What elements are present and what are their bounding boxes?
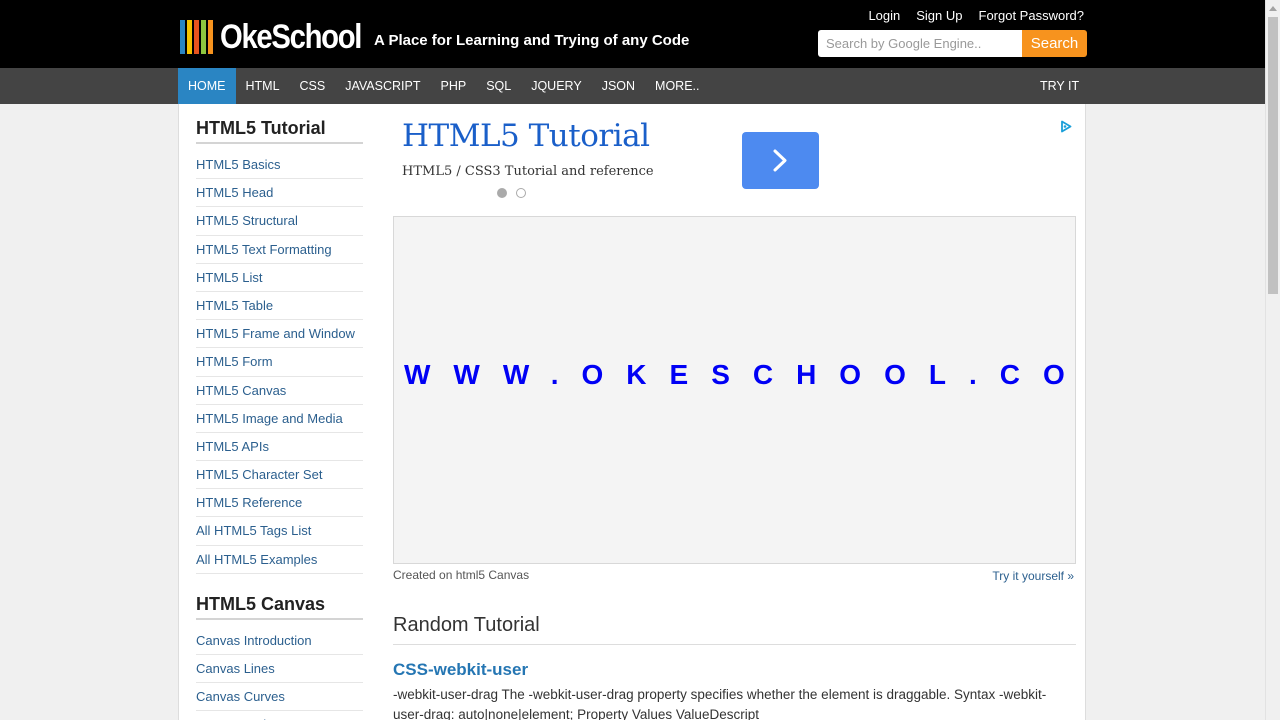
logo-text: OkeSchool bbox=[220, 17, 362, 56]
sidebar-item: All HTML5 Examples bbox=[196, 546, 363, 574]
sidebar-link[interactable]: HTML5 List bbox=[196, 264, 363, 291]
sidebar-link[interactable]: HTML5 Table bbox=[196, 292, 363, 319]
scroll-thumb[interactable] bbox=[1268, 17, 1278, 294]
sidebar-link[interactable]: Canvas Curves bbox=[196, 683, 363, 710]
content-container: HTML5 Tutorial HTML5 Basics HTML5 Head H… bbox=[178, 104, 1086, 720]
nav-json[interactable]: JSON bbox=[592, 68, 645, 104]
scroll-up-arrow-icon[interactable] bbox=[1269, 6, 1277, 11]
sidebar-item: HTML5 Table bbox=[196, 292, 363, 321]
sidebar-link[interactable]: All HTML5 Tags List bbox=[196, 517, 363, 544]
nav-php[interactable]: PHP bbox=[430, 68, 476, 104]
account-links: Login Sign Up Forgot Password? bbox=[868, 8, 1084, 23]
site-tagline: A Place for Learning and Trying of any C… bbox=[374, 32, 690, 49]
ad-title[interactable]: HTML5 Tutorial bbox=[402, 118, 650, 154]
ad-carousel-dots bbox=[497, 188, 526, 198]
top-header: OkeSchool A Place for Learning and Tryin… bbox=[0, 0, 1265, 68]
sidebar-link[interactable]: HTML5 Character Set bbox=[196, 461, 363, 488]
carousel-dot-active[interactable] bbox=[497, 188, 507, 198]
ad-next-button[interactable] bbox=[742, 132, 819, 189]
sidebar-link[interactable]: Canvas Introduction bbox=[196, 627, 363, 654]
sidebar-heading-html5: HTML5 Tutorial bbox=[196, 118, 363, 144]
logo-bar bbox=[208, 20, 213, 54]
page-scrollbar[interactable] bbox=[1265, 0, 1280, 720]
sidebar-item: HTML5 Structural bbox=[196, 207, 363, 236]
sidebar-item: Canvas Lines bbox=[196, 655, 363, 684]
sidebar-link[interactable]: HTML5 Head bbox=[196, 179, 363, 206]
nav-jquery[interactable]: JQUERY bbox=[521, 68, 591, 104]
sidebar-item: Canvas Curves bbox=[196, 683, 363, 712]
search-input[interactable] bbox=[818, 30, 1023, 57]
sidebar-list-canvas: Canvas Introduction Canvas Lines Canvas … bbox=[196, 627, 363, 720]
nav-sql[interactable]: SQL bbox=[476, 68, 521, 104]
nav-more[interactable]: MORE.. bbox=[645, 68, 709, 104]
sidebar-item: HTML5 Frame and Window bbox=[196, 320, 363, 349]
sidebar-item: HTML5 Text Formatting bbox=[196, 236, 363, 264]
nav-javascript[interactable]: JAVASCRIPT bbox=[335, 68, 430, 104]
forgot-password-link[interactable]: Forgot Password? bbox=[979, 8, 1085, 23]
ad-subtitle: HTML5 / CSS3 Tutorial and reference bbox=[402, 164, 654, 179]
sidebar-item: HTML5 Form bbox=[196, 348, 363, 377]
sidebar-link[interactable]: HTML5 Text Formatting bbox=[196, 236, 363, 263]
sidebar-link[interactable]: HTML5 Frame and Window bbox=[196, 320, 363, 347]
sidebar-link[interactable]: HTML5 Canvas bbox=[196, 377, 363, 404]
nav-html[interactable]: HTML bbox=[236, 68, 290, 104]
sidebar-item: Canvas Paths bbox=[196, 711, 363, 720]
sidebar: HTML5 Tutorial HTML5 Basics HTML5 Head H… bbox=[196, 118, 363, 720]
sidebar-list-html5: HTML5 Basics HTML5 Head HTML5 Structural… bbox=[196, 151, 363, 574]
chevron-right-icon bbox=[773, 149, 787, 172]
logo-bar bbox=[194, 20, 199, 54]
signup-link[interactable]: Sign Up bbox=[916, 8, 962, 23]
logo-bar bbox=[180, 20, 185, 54]
main-nav: HOME HTML CSS JAVASCRIPT PHP SQL JQUERY … bbox=[0, 68, 1265, 104]
sidebar-link[interactable]: Canvas Lines bbox=[196, 655, 363, 682]
carousel-dot[interactable] bbox=[516, 188, 526, 198]
sidebar-link[interactable]: HTML5 Form bbox=[196, 348, 363, 375]
sidebar-item: HTML5 Basics bbox=[196, 151, 363, 180]
sidebar-heading-canvas: HTML5 Canvas bbox=[196, 594, 363, 620]
nav-css[interactable]: CSS bbox=[290, 68, 336, 104]
nav-try-it[interactable]: TRY IT bbox=[1030, 68, 1089, 104]
logo-bar bbox=[187, 20, 192, 54]
sidebar-link[interactable]: HTML5 Basics bbox=[196, 151, 363, 178]
search-button[interactable]: Search bbox=[1022, 30, 1087, 57]
sidebar-link[interactable]: HTML5 Structural bbox=[196, 207, 363, 234]
sidebar-link[interactable]: Canvas Paths bbox=[196, 711, 363, 720]
sidebar-link[interactable]: HTML5 APIs bbox=[196, 433, 363, 460]
sidebar-item: Canvas Introduction bbox=[196, 627, 363, 655]
sidebar-item: HTML5 Canvas bbox=[196, 377, 363, 405]
sidebar-item: HTML5 APIs bbox=[196, 433, 363, 462]
sidebar-item: All HTML5 Tags List bbox=[196, 517, 363, 546]
random-tutorial-link[interactable]: CSS-webkit-user bbox=[393, 660, 528, 680]
nav-home[interactable]: HOME bbox=[178, 68, 236, 104]
sidebar-item: HTML5 Character Set bbox=[196, 461, 363, 490]
canvas-text: WWW.OKESCHOOL.COM bbox=[404, 359, 1086, 390]
logo-bar bbox=[201, 20, 206, 54]
canvas-demo: WWW.OKESCHOOL.COM bbox=[393, 216, 1086, 564]
canvas-caption: Created on html5 Canvas bbox=[393, 568, 530, 582]
try-it-yourself-link[interactable]: Try it yourself » bbox=[992, 569, 1074, 583]
ad-banner[interactable]: HTML5 Tutorial HTML5 / CSS3 Tutorial and… bbox=[393, 104, 1076, 214]
sidebar-item: HTML5 List bbox=[196, 264, 363, 292]
sidebar-item: HTML5 Head bbox=[196, 179, 363, 208]
logo-bars bbox=[180, 20, 213, 54]
login-link[interactable]: Login bbox=[868, 8, 900, 23]
ad-choices-icon[interactable] bbox=[1060, 120, 1072, 133]
site-logo[interactable]: OkeSchool bbox=[180, 17, 384, 56]
sidebar-item: HTML5 Image and Media bbox=[196, 405, 363, 433]
random-tutorial-description: -webkit-user-drag The -webkit-user-drag … bbox=[393, 687, 1047, 720]
sidebar-item: HTML5 Reference bbox=[196, 489, 363, 518]
sidebar-link[interactable]: All HTML5 Examples bbox=[196, 546, 363, 573]
random-tutorial-heading: Random Tutorial bbox=[393, 614, 1076, 645]
sidebar-link[interactable]: HTML5 Image and Media bbox=[196, 405, 363, 432]
sidebar-link[interactable]: HTML5 Reference bbox=[196, 489, 363, 516]
